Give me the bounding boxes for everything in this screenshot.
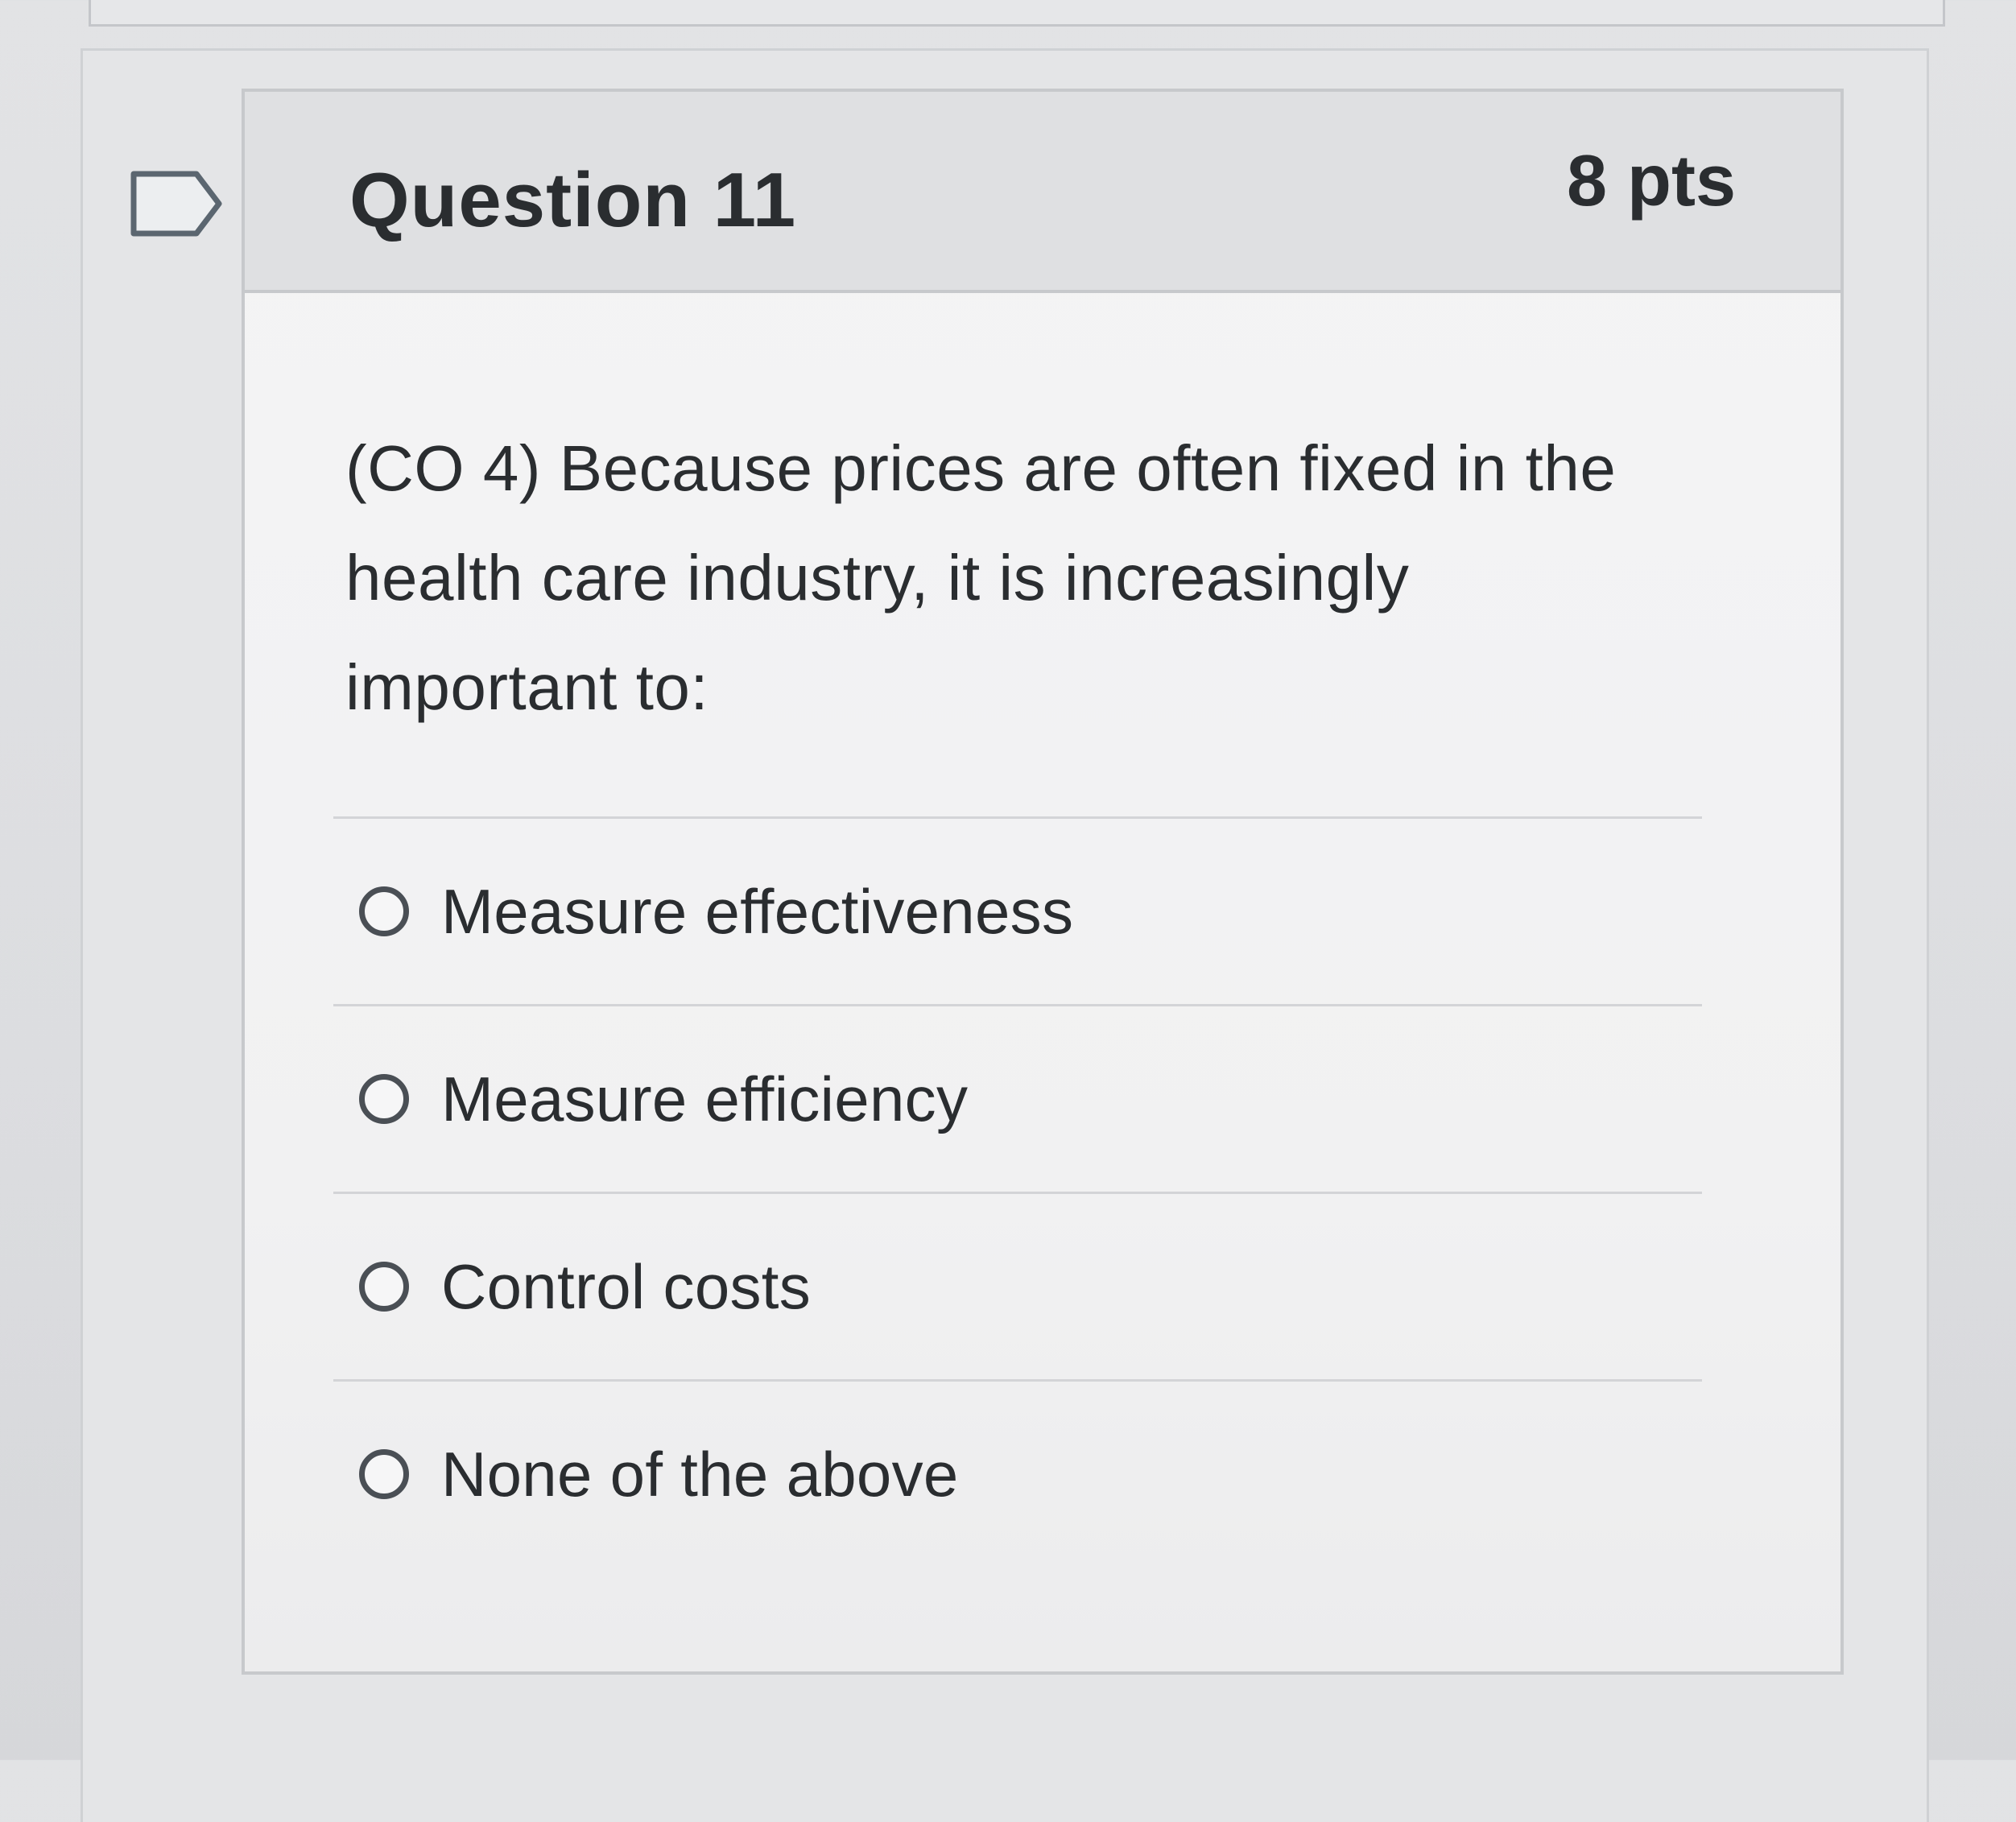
answer-option[interactable]: Control costs bbox=[333, 1194, 1702, 1379]
answer-label[interactable]: Measure efficiency bbox=[441, 1063, 968, 1136]
answer-label[interactable]: Control costs bbox=[441, 1250, 811, 1324]
answer-option[interactable]: None of the above bbox=[333, 1382, 1702, 1567]
question-card: Question 11 8 pts (CO 4) Because prices … bbox=[242, 89, 1844, 1675]
previous-question-edge bbox=[89, 0, 1945, 27]
radio-unselected-icon[interactable] bbox=[359, 1449, 409, 1499]
answer-option[interactable]: Measure effectiveness bbox=[333, 819, 1702, 1004]
question-points: 8 pts bbox=[1566, 141, 1736, 221]
flag-bookmark-icon[interactable] bbox=[129, 167, 225, 240]
question-title: Question 11 bbox=[349, 157, 797, 243]
radio-unselected-icon[interactable] bbox=[359, 886, 409, 936]
answer-label[interactable]: None of the above bbox=[441, 1438, 959, 1511]
question-text: (CO 4) Because prices are often fixed in… bbox=[345, 432, 1617, 723]
question-header: Question 11 8 pts bbox=[245, 92, 1840, 293]
answer-label[interactable]: Measure effectiveness bbox=[441, 875, 1073, 948]
radio-unselected-icon[interactable] bbox=[359, 1074, 409, 1124]
answer-option[interactable]: Measure efficiency bbox=[333, 1006, 1702, 1192]
radio-unselected-icon[interactable] bbox=[359, 1262, 409, 1312]
answer-list: Measure effectiveness Measure efficiency… bbox=[333, 816, 1702, 1567]
